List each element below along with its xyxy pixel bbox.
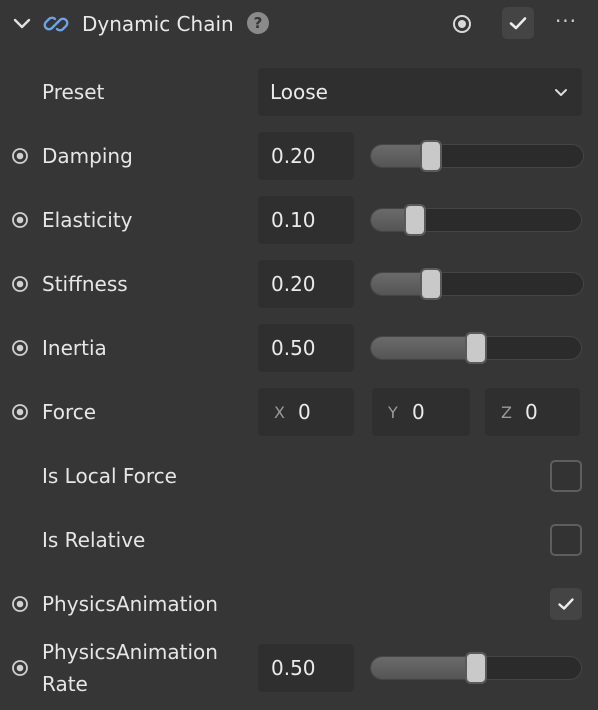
is-local-force-label: Is Local Force (42, 464, 177, 488)
help-icon[interactable]: ? (247, 12, 269, 34)
physics-rate-label-line1: PhysicsAnimation (42, 640, 218, 664)
physics-rate-label-line2: Rate (42, 672, 88, 696)
enable-toggle-button[interactable] (502, 7, 534, 39)
stiffness-slider[interactable] (370, 268, 584, 300)
damping-slider[interactable] (370, 140, 584, 172)
checkmark-icon (558, 598, 574, 610)
damping-input[interactable]: 0.20 (258, 132, 354, 180)
preset-label: Preset (42, 80, 105, 104)
force-label: Force (42, 400, 97, 424)
keyframe-icon[interactable] (10, 338, 30, 358)
component-title: Dynamic Chain (82, 12, 234, 36)
force-z-field[interactable]: Z 0 (485, 388, 580, 436)
force-x-value: 0 (298, 400, 311, 424)
is-local-force-checkbox[interactable] (550, 460, 582, 492)
slider-thumb[interactable] (465, 332, 487, 364)
inertia-slider[interactable] (370, 332, 582, 364)
x-axis-label: X (274, 403, 285, 422)
keyframe-icon[interactable] (10, 146, 30, 166)
physics-animation-label: PhysicsAnimation (42, 592, 218, 616)
stiffness-label: Stiffness (42, 272, 128, 296)
physics-rate-slider[interactable] (370, 652, 582, 684)
keyframe-icon[interactable] (10, 402, 30, 422)
slider-fill (371, 337, 476, 359)
preset-dropdown[interactable]: Loose (258, 68, 582, 116)
link-icon (42, 10, 70, 38)
elasticity-slider[interactable] (370, 204, 582, 236)
keyframe-icon[interactable] (10, 210, 30, 230)
elasticity-label: Elasticity (42, 208, 133, 232)
slider-thumb[interactable] (404, 204, 427, 236)
preset-value: Loose (270, 80, 328, 104)
force-z-value: 0 (525, 400, 538, 424)
chevron-down-icon[interactable] (12, 14, 32, 34)
inertia-input[interactable]: 0.50 (258, 324, 354, 372)
chevron-down-icon (552, 83, 570, 101)
y-axis-label: Y (388, 403, 398, 422)
stiffness-input[interactable]: 0.20 (258, 260, 354, 308)
is-relative-label: Is Relative (42, 528, 146, 552)
damping-label: Damping (42, 144, 133, 168)
elasticity-input[interactable]: 0.10 (258, 196, 354, 244)
force-x-field[interactable]: X 0 (258, 388, 354, 436)
slider-fill (371, 657, 476, 679)
keyframe-target-icon[interactable] (450, 12, 474, 36)
keyframe-icon[interactable] (10, 594, 30, 614)
slider-thumb[interactable] (419, 140, 442, 172)
force-y-value: 0 (412, 400, 425, 424)
is-relative-checkbox[interactable] (550, 524, 582, 556)
more-icon[interactable]: ··· (552, 11, 580, 35)
slider-thumb[interactable] (465, 652, 487, 684)
inertia-label: Inertia (42, 336, 107, 360)
physics-animation-checkbox[interactable] (550, 588, 582, 620)
z-axis-label: Z (501, 403, 512, 422)
force-y-field[interactable]: Y 0 (372, 388, 470, 436)
slider-thumb[interactable] (419, 268, 442, 300)
keyframe-icon[interactable] (10, 658, 30, 678)
keyframe-icon[interactable] (10, 274, 30, 294)
physics-rate-input[interactable]: 0.50 (258, 644, 354, 692)
checkmark-icon (509, 17, 527, 30)
